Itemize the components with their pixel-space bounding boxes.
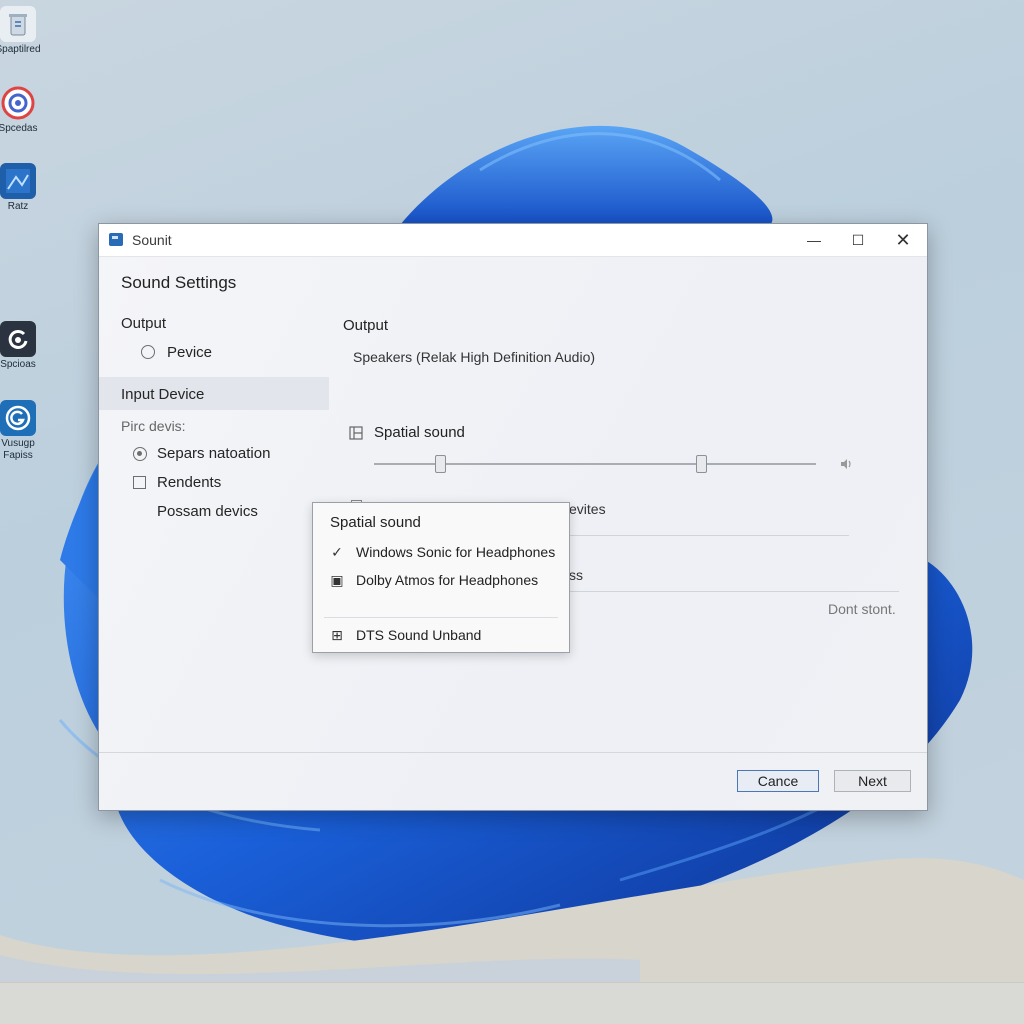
device-option-label[interactable]: Pevice	[167, 344, 212, 361]
desktop-icon-label: Ratz	[7, 201, 29, 212]
speaker-volume-icon[interactable]	[839, 457, 853, 474]
menu-item-dts-sound[interactable]: ⊞ DTS Sound Unband	[330, 627, 481, 644]
slider-thumb-left[interactable]	[435, 455, 447, 473]
separation-radio[interactable]	[133, 447, 147, 461]
desktop-icon-3[interactable]: Ratz	[0, 163, 48, 213]
title-bar[interactable]: Sounit — ☐ ✕	[99, 224, 927, 257]
window-title: Sounit	[132, 232, 172, 248]
divider	[569, 535, 849, 536]
desktop-icon-5[interactable]: Vusugp Fapiss	[0, 400, 48, 462]
taskbar	[0, 982, 1024, 1024]
image-app-icon	[0, 163, 36, 199]
desktop-icon-label: Spaptilred	[0, 44, 41, 55]
pirc-devis-label: Pirc devis:	[121, 418, 186, 434]
menu-item-windows-sonic[interactable]: ✓ Windows Sonic for Headphones	[330, 544, 555, 561]
slider-thumb-right[interactable]	[696, 455, 708, 473]
possam-devices-label[interactable]: Possam devics	[157, 503, 258, 520]
device-radio[interactable]	[141, 345, 155, 359]
output-section-title: Output	[343, 317, 389, 334]
spatial-sound-label: Spatial sound	[374, 424, 465, 441]
next-button[interactable]: Next	[834, 770, 911, 792]
dts-icon: ⊞	[331, 627, 343, 643]
maximize-button[interactable]: ☐	[835, 224, 881, 256]
menu-item-label: DTS Sound Unband	[356, 627, 482, 643]
target-icon	[0, 85, 36, 121]
footer-divider	[99, 752, 927, 753]
rendents-option-label[interactable]: Rendents	[157, 474, 221, 491]
desktop-icon-label: Spcioas	[0, 359, 36, 370]
menu-separator	[324, 617, 558, 618]
dropdown-title: Spatial sound	[330, 514, 421, 531]
separation-option-label[interactable]: Separs natoation	[157, 445, 270, 462]
rendents-checkbox[interactable]	[133, 476, 146, 489]
circle-app-icon	[0, 400, 36, 436]
output-device-name: Speakers (Relak High Definition Audio)	[353, 349, 596, 365]
dont-store-text: Dont stont.	[828, 601, 896, 617]
desktop-icon-label: Spcedas	[0, 123, 38, 134]
minimize-button[interactable]: —	[791, 224, 837, 256]
page-title: Sound Settings	[121, 273, 237, 292]
input-device-label[interactable]: Input Device	[121, 386, 204, 403]
divider	[569, 591, 899, 592]
spatial-sound-icon	[349, 426, 363, 445]
cancel-button[interactable]: Cance	[737, 770, 819, 792]
close-button[interactable]: ✕	[880, 224, 926, 256]
desktop-icon-1[interactable]: Spaptilred	[0, 6, 48, 56]
desktop-icon-4[interactable]: Spcioas	[0, 321, 48, 371]
desktop-icon-label: Vusugp Fapiss	[1, 438, 35, 461]
menu-item-dolby-atmos[interactable]: ▣ Dolby Atmos for Headphones	[330, 572, 538, 589]
menu-item-label: Windows Sonic for Headphones	[356, 544, 556, 560]
sound-app-icon	[109, 233, 123, 246]
recycle-bin-icon	[0, 6, 36, 42]
partial-row-text-2: ss	[569, 567, 583, 583]
desktop-icon-2[interactable]: Spcedas	[0, 85, 48, 135]
refresh-app-icon	[0, 321, 36, 357]
partial-row-text-1: evites	[569, 501, 606, 517]
spatial-sound-dropdown: Spatial sound ✓ Windows Sonic for Headpho…	[312, 502, 570, 653]
menu-item-label: Dolby Atmos for Headphones	[356, 572, 539, 588]
output-label: Output	[121, 315, 167, 332]
dolby-icon: ▣	[330, 572, 344, 588]
check-icon: ✓	[331, 544, 343, 560]
